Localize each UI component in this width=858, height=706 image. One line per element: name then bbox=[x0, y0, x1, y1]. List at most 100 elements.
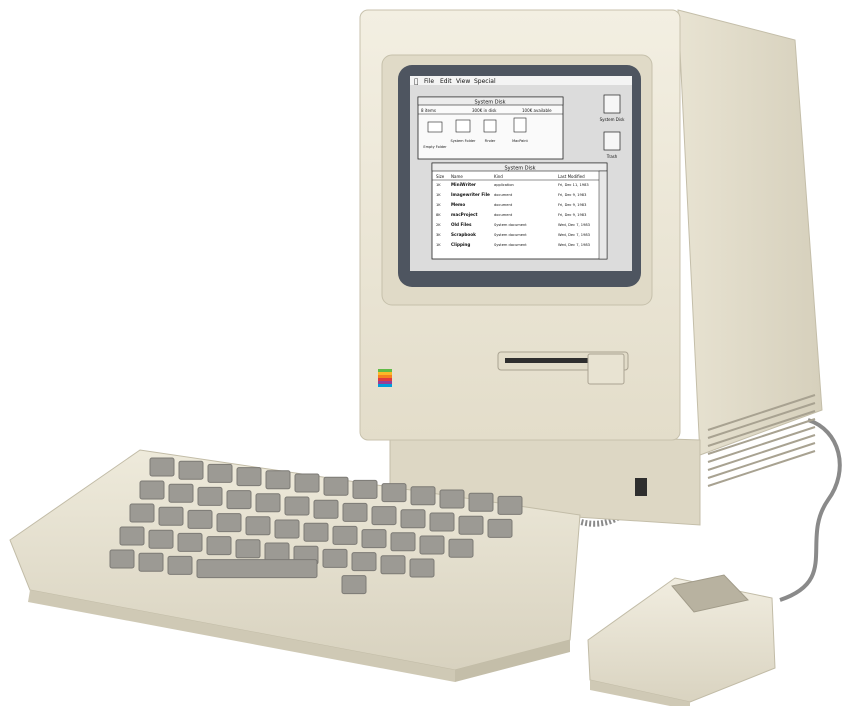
key[interactable] bbox=[351, 552, 377, 572]
key[interactable] bbox=[168, 483, 194, 503]
key[interactable] bbox=[429, 512, 455, 532]
key[interactable] bbox=[313, 499, 339, 519]
file-row-kind[interactable]: document bbox=[494, 193, 513, 197]
file-row-name[interactable]: Imagewriter File bbox=[451, 192, 490, 197]
key[interactable] bbox=[206, 536, 232, 556]
file-row-name[interactable]: Old Files bbox=[451, 222, 472, 227]
key[interactable] bbox=[322, 548, 348, 568]
col-header-kind[interactable]: Kind bbox=[494, 174, 503, 179]
col-header-modified[interactable]: Last Modified bbox=[558, 174, 585, 179]
key[interactable] bbox=[497, 495, 523, 515]
key[interactable] bbox=[342, 502, 368, 522]
file-row-kind[interactable]: System document bbox=[494, 243, 527, 247]
file-row-size[interactable]: 3K bbox=[436, 233, 441, 237]
key[interactable] bbox=[341, 575, 367, 595]
key[interactable] bbox=[177, 532, 203, 552]
col-header-name[interactable]: Name bbox=[451, 174, 463, 179]
back-window[interactable]: System Disk 8 items 300K in disk 100K av… bbox=[417, 96, 564, 160]
file-row-kind[interactable]: document bbox=[494, 203, 513, 207]
key[interactable] bbox=[284, 496, 310, 516]
key[interactable] bbox=[264, 542, 290, 562]
key[interactable] bbox=[148, 529, 174, 549]
key[interactable] bbox=[236, 467, 262, 487]
mouse[interactable] bbox=[587, 574, 776, 706]
file-row-size[interactable]: 1K bbox=[436, 203, 441, 207]
key[interactable] bbox=[323, 476, 349, 496]
key[interactable] bbox=[226, 490, 252, 510]
trash-icon[interactable] bbox=[603, 131, 621, 151]
menu-special[interactable]: Special bbox=[474, 78, 496, 85]
key[interactable] bbox=[468, 492, 494, 512]
key[interactable] bbox=[361, 529, 387, 549]
file-row-date[interactable]: Fri, Dec 9, 1983 bbox=[558, 193, 586, 197]
file-row-size[interactable]: 1K bbox=[436, 243, 441, 247]
key[interactable] bbox=[448, 538, 474, 558]
file-row-date[interactable]: Wed, Dec 7, 1983 bbox=[558, 233, 590, 237]
col-header-size[interactable]: Size bbox=[436, 174, 445, 179]
file-row-kind[interactable]: System document bbox=[494, 233, 527, 237]
file-row-name[interactable]: Scrapbook bbox=[451, 232, 476, 237]
menu-view[interactable]: View bbox=[456, 78, 470, 85]
key[interactable] bbox=[303, 522, 329, 542]
macpaint-icon[interactable] bbox=[513, 117, 527, 133]
file-row-name[interactable]: MiniWriter bbox=[451, 182, 477, 187]
file-row-date[interactable]: Wed, Dec 7, 1983 bbox=[558, 223, 590, 227]
key[interactable] bbox=[439, 489, 465, 509]
key[interactable] bbox=[381, 483, 407, 503]
key[interactable] bbox=[352, 479, 378, 499]
key[interactable] bbox=[216, 513, 242, 533]
file-row-name[interactable]: Memo bbox=[451, 202, 465, 207]
file-row-name[interactable]: macProject bbox=[451, 212, 477, 217]
key[interactable] bbox=[167, 555, 193, 575]
file-row-size[interactable]: 1K bbox=[436, 183, 441, 187]
menu-file[interactable]: File bbox=[424, 78, 434, 85]
key[interactable] bbox=[400, 509, 426, 529]
apple-menu-icon[interactable]:  bbox=[414, 78, 418, 86]
finder-icon[interactable] bbox=[483, 119, 497, 133]
file-row-date[interactable]: Fri, Dec 11, 1983 bbox=[558, 183, 589, 187]
key[interactable] bbox=[197, 486, 223, 506]
space-bar[interactable] bbox=[196, 559, 318, 579]
key[interactable] bbox=[487, 518, 513, 538]
file-row-size[interactable]: 2K bbox=[436, 223, 441, 227]
file-row-kind[interactable]: System document bbox=[494, 223, 527, 227]
key[interactable] bbox=[138, 552, 164, 572]
menu-edit[interactable]: Edit bbox=[440, 78, 452, 85]
file-row-kind[interactable]: application bbox=[494, 183, 514, 187]
key[interactable] bbox=[294, 473, 320, 493]
file-row-date[interactable]: Wed, Dec 7, 1983 bbox=[558, 243, 590, 247]
key[interactable] bbox=[207, 463, 233, 483]
key[interactable] bbox=[255, 493, 281, 513]
file-row-date[interactable]: Fri, Dec 9, 1983 bbox=[558, 203, 586, 207]
file-row-kind[interactable]: document bbox=[494, 213, 513, 217]
key[interactable] bbox=[245, 516, 271, 536]
key[interactable] bbox=[149, 457, 175, 477]
key[interactable] bbox=[419, 535, 445, 555]
key[interactable] bbox=[158, 506, 184, 526]
key[interactable] bbox=[235, 539, 261, 559]
system-folder-icon[interactable] bbox=[455, 119, 471, 133]
key[interactable] bbox=[380, 555, 406, 575]
key[interactable] bbox=[139, 480, 165, 500]
key[interactable] bbox=[178, 460, 204, 480]
file-row-name[interactable]: Clipping bbox=[451, 242, 470, 247]
key[interactable] bbox=[458, 515, 484, 535]
key[interactable] bbox=[109, 549, 135, 569]
key[interactable] bbox=[274, 519, 300, 539]
front-window[interactable]: System Disk Size Name Kind Last Modified… bbox=[431, 162, 608, 260]
key[interactable] bbox=[390, 532, 416, 552]
disk-icon[interactable] bbox=[603, 94, 621, 114]
key[interactable] bbox=[265, 470, 291, 490]
file-row-size[interactable]: 1K bbox=[436, 193, 441, 197]
file-row-date[interactable]: Fri, Dec 9, 1983 bbox=[558, 213, 586, 217]
key[interactable] bbox=[409, 558, 435, 578]
key[interactable] bbox=[332, 525, 358, 545]
file-row-size[interactable]: 8K bbox=[436, 213, 441, 217]
key[interactable] bbox=[410, 486, 436, 506]
key[interactable] bbox=[119, 526, 145, 546]
folder-icon[interactable] bbox=[427, 121, 443, 133]
key[interactable] bbox=[129, 503, 155, 523]
key[interactable] bbox=[371, 506, 397, 526]
scrollbar[interactable] bbox=[598, 170, 608, 260]
key[interactable] bbox=[187, 509, 213, 529]
